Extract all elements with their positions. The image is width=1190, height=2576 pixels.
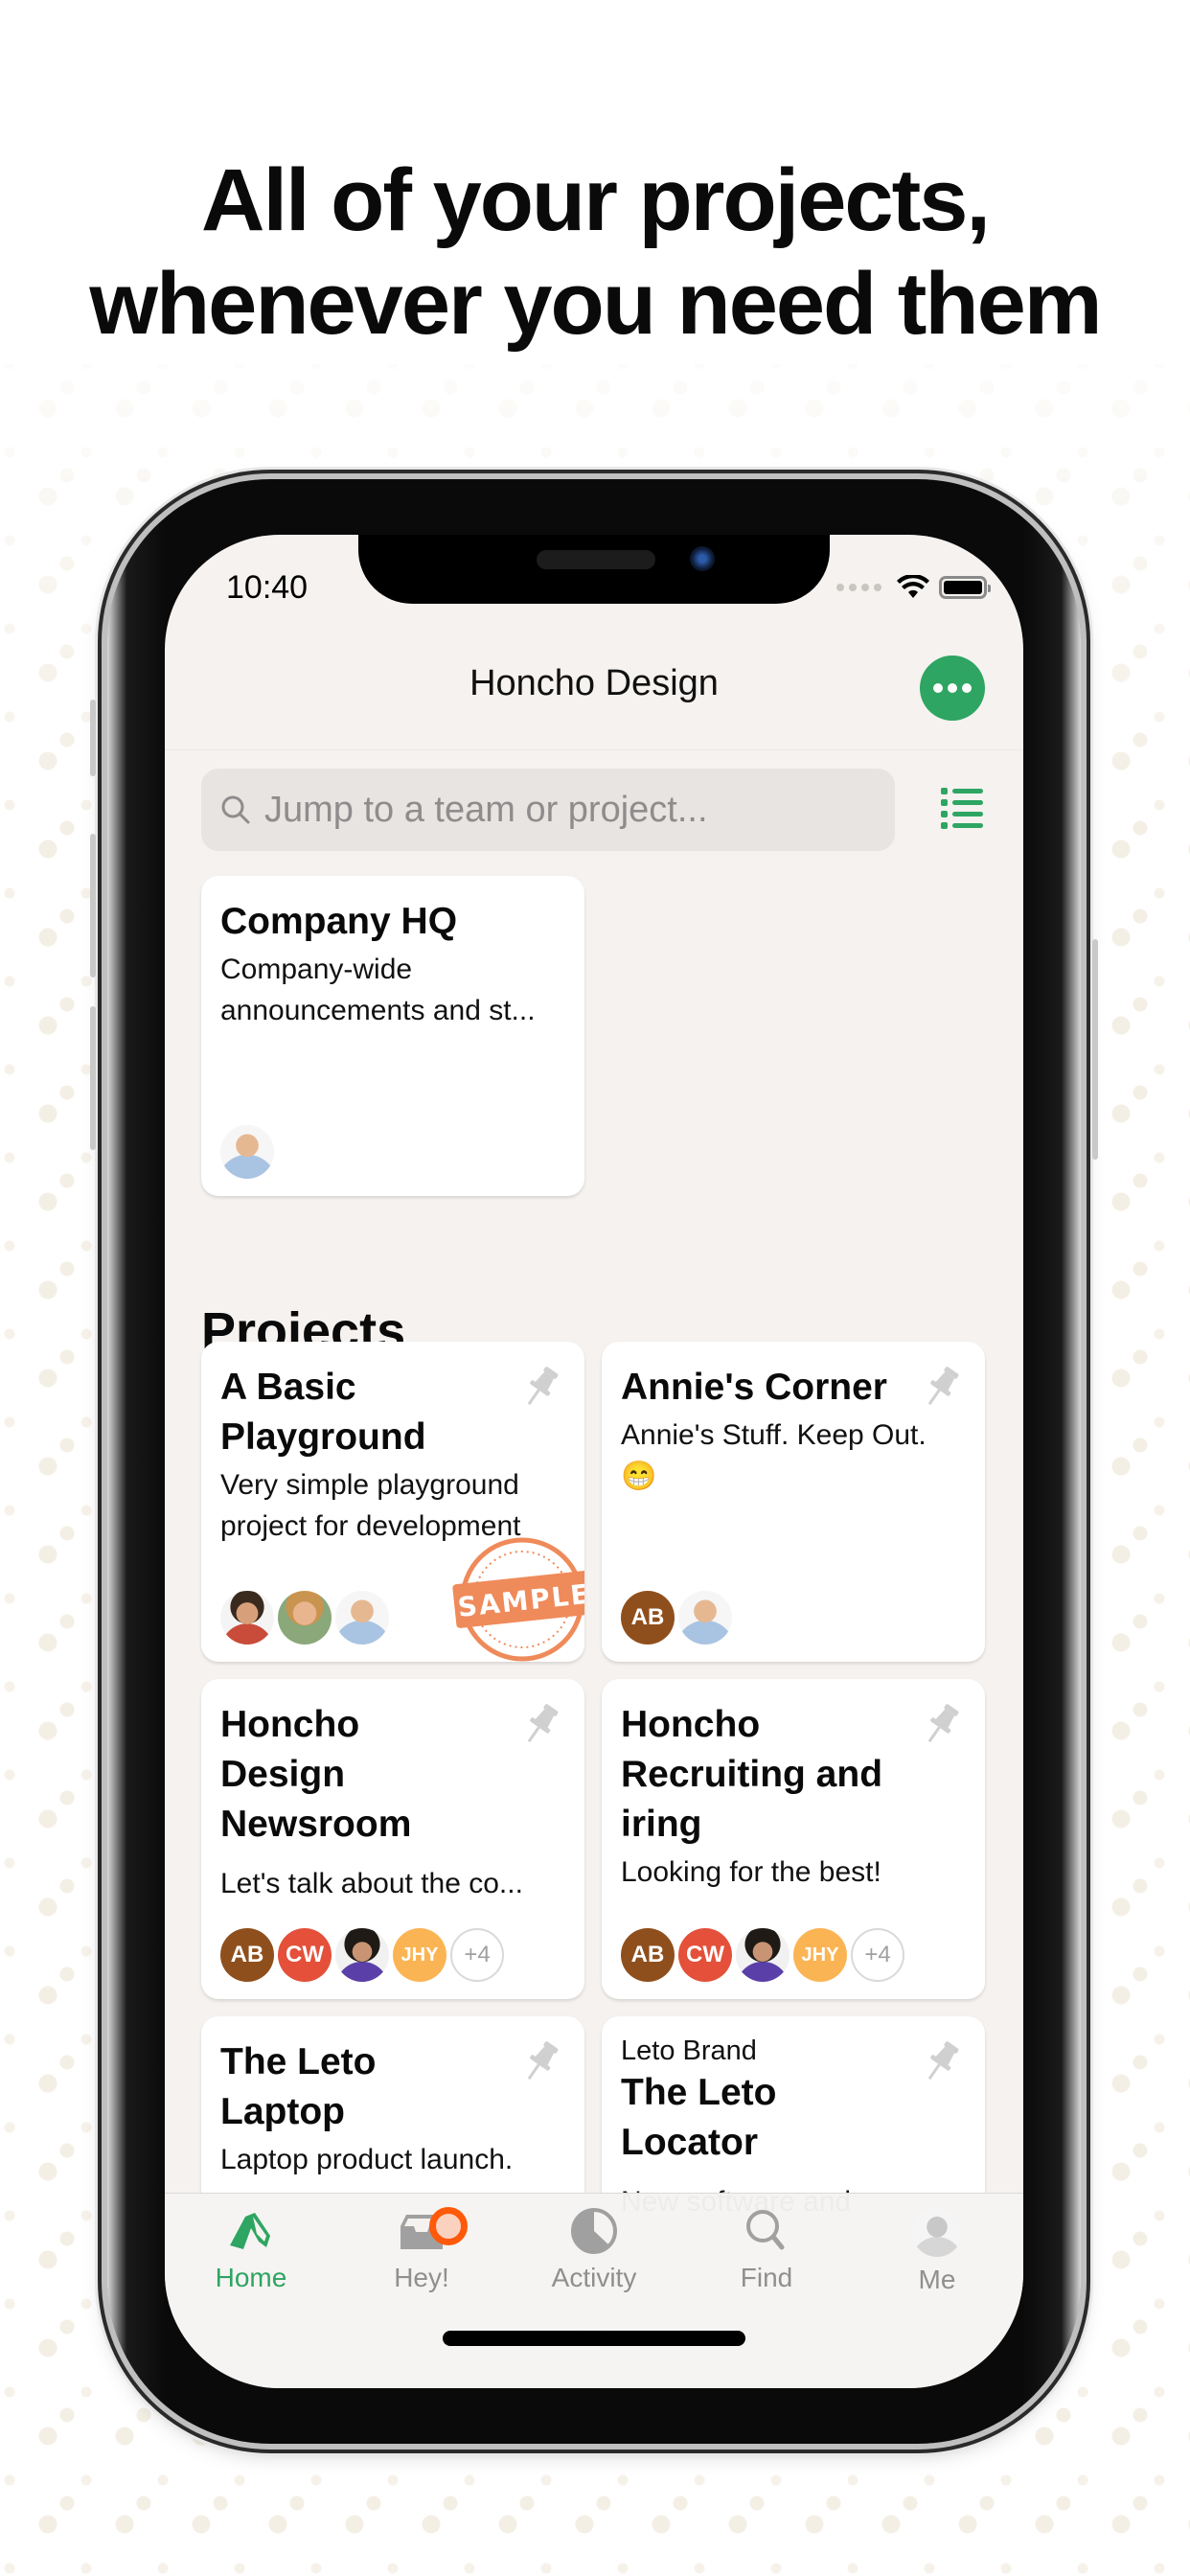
more-members-count: +4 bbox=[450, 1928, 504, 1982]
card-title: The Leto Locator bbox=[621, 2072, 777, 2163]
card-title: Honcho Recruiting and iring bbox=[621, 1704, 883, 1845]
notification-badge bbox=[429, 2207, 468, 2245]
tab-me[interactable]: Me bbox=[870, 2207, 1004, 2295]
avatar bbox=[736, 1928, 790, 1982]
tab-activity[interactable]: Activity bbox=[527, 2207, 661, 2293]
company-hq-card[interactable]: Company HQ Company-wide announcements an… bbox=[201, 876, 584, 1196]
card-title: Company HQ bbox=[220, 901, 458, 942]
card-description: Let's talk about the co... bbox=[220, 1868, 523, 1899]
home-tent-icon bbox=[230, 2213, 270, 2249]
avatar bbox=[278, 1591, 332, 1644]
app-screen: 10:40 Honcho Design Jump to a team or pr bbox=[165, 535, 1023, 2388]
home-indicator bbox=[443, 2331, 745, 2346]
tab-home[interactable]: Home bbox=[184, 2207, 318, 2293]
pin-icon[interactable] bbox=[521, 2039, 560, 2085]
project-card[interactable]: Honcho Design Newsroom Let's talk about … bbox=[201, 1679, 584, 1999]
member-avatars: AB bbox=[621, 1591, 732, 1644]
headline-line-1: All of your projects, bbox=[201, 151, 991, 249]
notch bbox=[358, 535, 830, 604]
search-icon bbox=[746, 2210, 785, 2250]
jump-search-input[interactable]: Jump to a team or project... bbox=[201, 769, 895, 851]
pin-icon[interactable] bbox=[922, 1365, 960, 1411]
marketing-headline: All of your projects, whenever you need … bbox=[0, 149, 1190, 356]
avatar-initials: AB bbox=[621, 1928, 675, 1982]
tab-label: Activity bbox=[551, 2263, 637, 2292]
project-card[interactable]: Annie's Corner Annie's Stuff. Keep Out. … bbox=[602, 1342, 985, 1662]
card-title: Honcho Design Newsroom bbox=[220, 1704, 412, 1845]
member-avatars: AB CW JHY +4 bbox=[621, 1928, 904, 1982]
cellular-signal-icon bbox=[836, 584, 881, 591]
avatar-initials: AB bbox=[621, 1591, 675, 1644]
more-options-button[interactable] bbox=[920, 656, 985, 721]
search-placeholder: Jump to a team or project... bbox=[264, 789, 708, 830]
search-icon bbox=[221, 795, 250, 824]
avatar-initials: AB bbox=[220, 1928, 274, 1982]
avatar bbox=[220, 1125, 274, 1179]
tab-label: Home bbox=[215, 2263, 287, 2292]
avatar-initials: JHY bbox=[793, 1928, 847, 1982]
activity-pie-icon bbox=[571, 2208, 617, 2254]
avatar-initials: CW bbox=[278, 1928, 332, 1982]
silent-switch bbox=[90, 700, 96, 776]
sample-stamp: SAMPLE bbox=[452, 1537, 584, 1662]
more-members-count: +4 bbox=[851, 1928, 904, 1982]
card-description: Looking for the best! bbox=[621, 1856, 881, 1888]
tab-find[interactable]: Find bbox=[699, 2207, 834, 2293]
member-avatars bbox=[220, 1125, 274, 1179]
card-team-label: Leto Brand bbox=[621, 2036, 757, 2066]
pin-icon[interactable] bbox=[521, 1702, 560, 1748]
pin-icon[interactable] bbox=[521, 1365, 560, 1411]
ellipsis-icon bbox=[933, 683, 943, 693]
avatar-initials: CW bbox=[678, 1928, 732, 1982]
avatar bbox=[220, 1591, 274, 1644]
card-title: A Basic Playground bbox=[220, 1367, 426, 1458]
tab-bar: Home Hey! Activity Find Me bbox=[165, 2193, 1023, 2388]
wifi-icon bbox=[897, 575, 929, 598]
phone-frame: 10:40 Honcho Design Jump to a team or pr bbox=[90, 479, 1098, 2444]
avatar bbox=[335, 1591, 389, 1644]
tab-label: Find bbox=[740, 2263, 793, 2292]
front-camera bbox=[690, 546, 715, 571]
status-icons bbox=[836, 575, 991, 600]
avatar bbox=[335, 1928, 389, 1982]
pin-icon[interactable] bbox=[922, 2039, 960, 2085]
user-avatar bbox=[912, 2207, 962, 2257]
volume-down-button bbox=[90, 1006, 96, 1150]
battery-icon bbox=[939, 576, 991, 599]
team-title: Honcho Design bbox=[469, 663, 719, 703]
member-avatars: AB CW JHY +4 bbox=[220, 1928, 504, 1982]
member-avatars bbox=[220, 1591, 389, 1644]
avatar bbox=[678, 1591, 732, 1644]
avatar-initials: JHY bbox=[393, 1928, 446, 1982]
speaker-grille bbox=[537, 550, 655, 569]
pin-icon[interactable] bbox=[922, 1702, 960, 1748]
project-card[interactable]: Honcho Recruiting and iring Looking for … bbox=[602, 1679, 985, 1999]
status-time: 10:40 bbox=[226, 569, 309, 606]
tab-hey[interactable]: Hey! bbox=[355, 2207, 489, 2293]
list-view-icon[interactable] bbox=[939, 784, 985, 832]
headline-line-2: whenever you need them bbox=[89, 255, 1102, 353]
power-button bbox=[1092, 939, 1098, 1160]
card-title: The Leto Laptop bbox=[220, 2041, 377, 2132]
header-divider bbox=[165, 749, 1023, 750]
card-description: Annie's Stuff. Keep Out. 😁 bbox=[621, 1419, 927, 1492]
volume-up-button bbox=[90, 834, 96, 978]
card-description: Laptop product launch. bbox=[220, 2144, 514, 2175]
card-title: Annie's Corner bbox=[621, 1367, 887, 1408]
tab-label: Hey! bbox=[394, 2263, 449, 2292]
tab-label: Me bbox=[918, 2265, 956, 2294]
card-description: Company-wide announcements and st... bbox=[220, 954, 536, 1026]
project-card[interactable]: A Basic Playground Very simple playgroun… bbox=[201, 1342, 584, 1662]
